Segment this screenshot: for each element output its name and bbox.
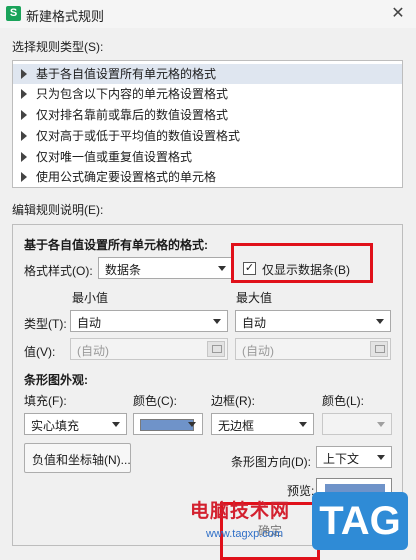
chevron-down-icon [377,422,385,427]
min-type-value: 自动 [77,316,102,330]
highlight-box [231,243,373,283]
rule-item[interactable]: 只为包含以下内容的单元格设置格式 [13,84,402,104]
expand-arrow-icon [21,131,27,141]
rule-item[interactable]: 仅对高于或低于平均值的数值设置格式 [13,126,402,146]
expand-arrow-icon [21,172,27,182]
preview-label: 预览: [287,484,315,498]
border-value: 无边框 [218,419,255,433]
min-value-text: (自动) [77,344,109,358]
rule-item[interactable]: 仅对唯一值或重复值设置格式 [13,147,402,167]
rule-type-list: 基于各自值设置所有单元格的格式 只为包含以下内容的单元格设置格式 仅对排名靠前或… [12,60,403,188]
min-label: 最小值 [72,291,109,305]
format-style-select[interactable]: 数据条 [98,257,233,279]
app-logo-icon: S [6,6,21,21]
description-heading: 基于各自值设置所有单元格的格式: [24,238,208,252]
cell-picker-icon[interactable] [370,341,388,357]
chevron-down-icon [377,455,385,460]
border-label: 边框(R): [211,394,255,408]
fill-value: 实心填充 [31,419,80,433]
window-title: 新建格式规则 [26,9,105,24]
min-value-input[interactable]: (自动) [70,338,228,360]
rule-type-label: 选择规则类型(S): [12,40,104,54]
direction-value: 上下文 [323,452,360,466]
watermark-url: www.tagxp.com [206,528,284,540]
cell-picker-icon[interactable] [207,341,225,357]
expand-arrow-icon [21,110,27,120]
type-label: 类型(T): [24,317,67,331]
direction-label: 条形图方向(D): [231,455,311,469]
value-label: 值(V): [24,345,56,359]
negative-axis-button[interactable]: 负值和坐标轴(N)... [24,443,131,473]
rule-item-label: 基于各自值设置所有单元格的格式 [36,67,217,81]
max-value-text: (自动) [242,344,274,358]
chevron-down-icon [188,422,196,427]
rule-item-label: 仅对唯一值或重复值设置格式 [36,150,193,164]
fill-select[interactable]: 实心填充 [24,413,127,435]
rule-item-label: 使用公式确定要设置格式的单元格 [36,170,217,184]
format-style-value: 数据条 [105,263,142,277]
expand-arrow-icon [21,89,27,99]
border-color-picker[interactable] [322,413,392,435]
rule-item[interactable]: 仅对排名靠前或靠后的数值设置格式 [13,105,402,125]
rule-item[interactable]: 使用公式确定要设置格式的单元格 [13,167,402,187]
rule-item[interactable]: 基于各自值设置所有单元格的格式 [13,64,402,84]
chevron-down-icon [218,266,226,271]
rule-item-label: 只为包含以下内容的单元格设置格式 [36,87,229,101]
expand-arrow-icon [21,69,27,79]
chevron-down-icon [213,319,221,324]
rule-item-label: 仅对高于或低于平均值的数值设置格式 [36,129,241,143]
bar-appearance-heading: 条形图外观: [24,373,88,387]
negative-axis-button-label: 负值和坐标轴(N)... [32,453,131,467]
border-color-label: 颜色(L): [322,394,365,408]
direction-select[interactable]: 上下文 [316,446,392,468]
border-select[interactable]: 无边框 [211,413,314,435]
rule-item-label: 仅对排名靠前或靠后的数值设置格式 [36,108,229,122]
expand-arrow-icon [21,152,27,162]
max-type-value: 自动 [242,316,267,330]
fill-label: 填充(F): [24,394,67,408]
min-type-select[interactable]: 自动 [70,310,228,332]
chevron-down-icon [299,422,307,427]
max-label: 最大值 [236,291,273,305]
format-style-label: 格式样式(O): [24,264,93,278]
color-label: 颜色(C): [133,394,177,408]
close-icon[interactable]: ✕ [388,4,408,24]
color-swatch [140,419,194,431]
max-type-select[interactable]: 自动 [235,310,391,332]
watermark-site-name: 电脑技术网 [190,501,291,522]
bar-color-picker[interactable] [133,413,203,435]
chevron-down-icon [376,319,384,324]
watermark-logo: TAG [312,492,408,550]
edit-rule-label: 编辑规则说明(E): [12,203,104,217]
chevron-down-icon [112,422,120,427]
max-value-input[interactable]: (自动) [235,338,391,360]
